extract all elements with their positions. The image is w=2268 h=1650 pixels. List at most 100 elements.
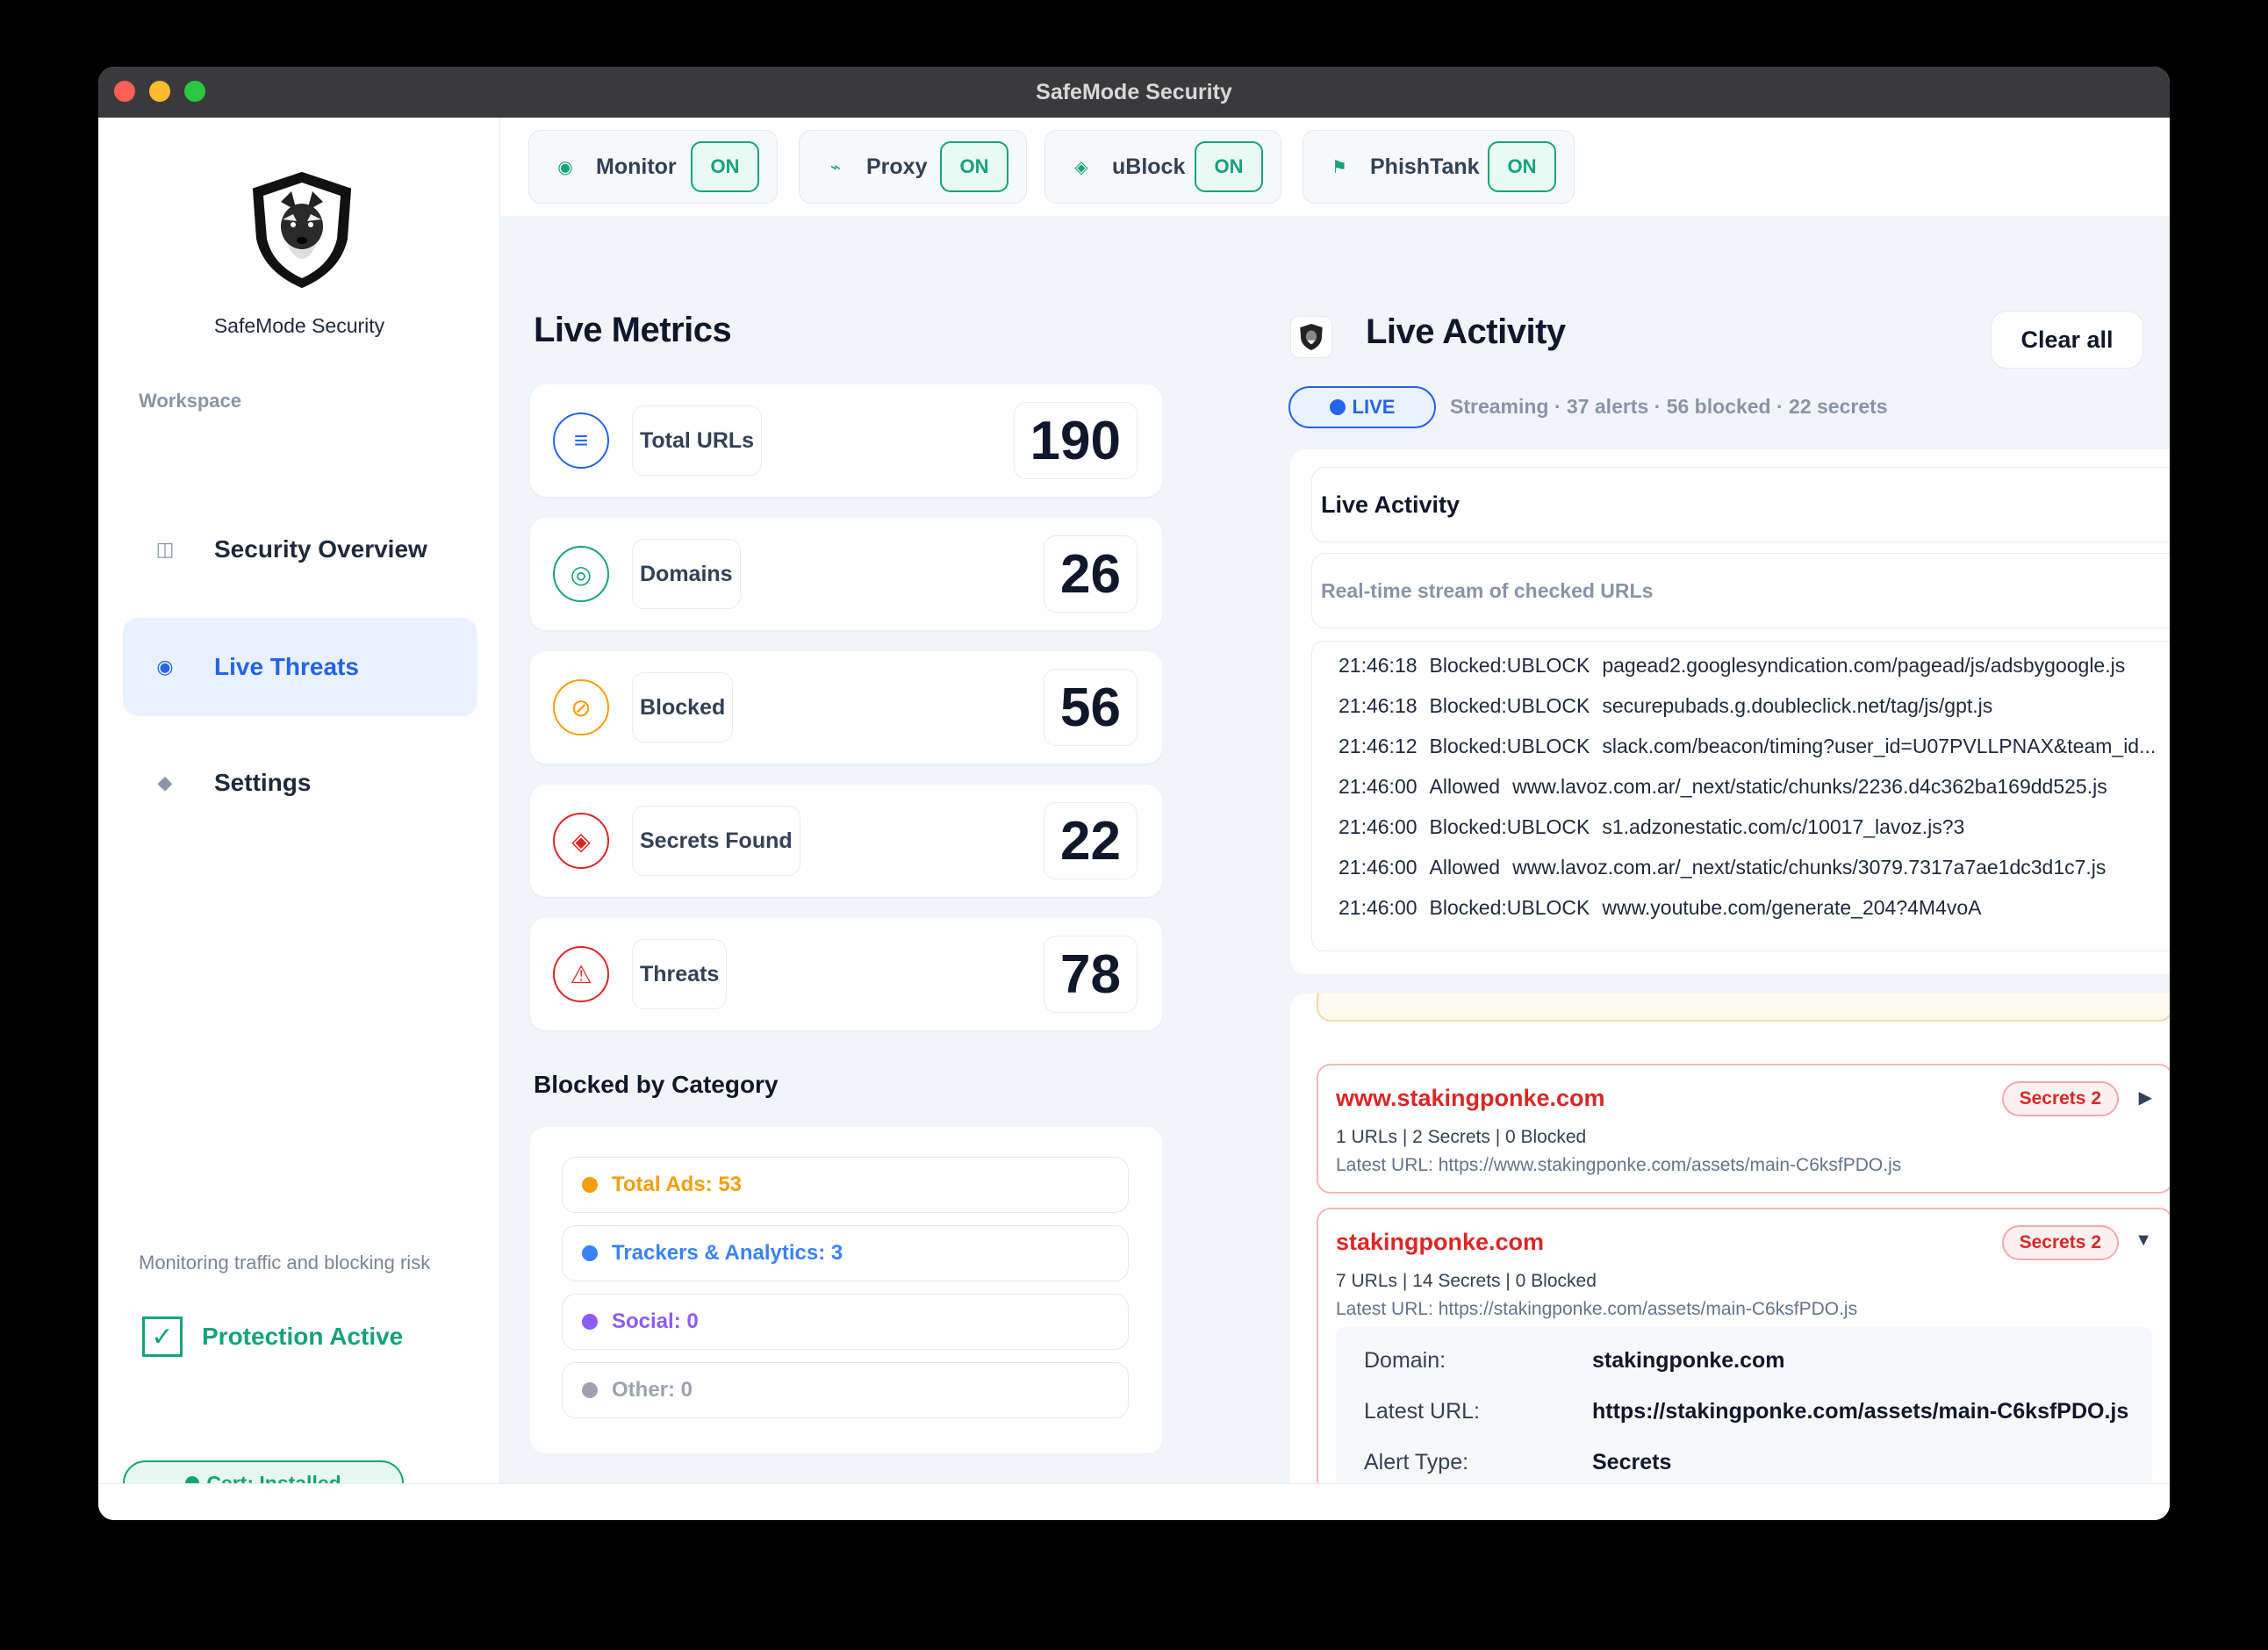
- phishtank-on-switch[interactable]: ON: [1488, 141, 1556, 192]
- domain-item-partial: [1317, 994, 2170, 1022]
- log-row[interactable]: 21:46:12 Blocked:UBLOCK slack.com/beacon/t…: [1312, 726, 2170, 766]
- sidebar-item-label: Settings: [214, 769, 312, 796]
- minimize-window-button[interactable]: [149, 81, 170, 102]
- diamond-icon: ◆: [157, 771, 173, 793]
- monitor-on-switch[interactable]: ON: [691, 141, 759, 192]
- metric-value: 78: [1044, 936, 1138, 1013]
- detail-row: Latest URL: https://stakingponke.com/asse…: [1364, 1399, 2128, 1424]
- metric-value: 22: [1044, 802, 1138, 879]
- toggle-proxy[interactable]: ⌁ Proxy ON: [799, 130, 1027, 204]
- secret-icon: ◈: [553, 813, 609, 869]
- log-status: Allowed: [1429, 855, 1501, 879]
- activity-log[interactable]: 21:46:18 Blocked:UBLOCK pagead2.googlesynd…: [1311, 641, 2170, 951]
- log-row[interactable]: 21:46:00 Blocked:UBLOCK s1.adzonestatic.co…: [1312, 807, 2170, 847]
- log-time: 21:46:18: [1339, 693, 1418, 717]
- ublock-on-switch[interactable]: ON: [1195, 141, 1263, 192]
- close-window-button[interactable]: [114, 81, 135, 102]
- workspace-label: Workspace: [139, 390, 241, 412]
- app-window: SafeMode Security SafeMode Security Work…: [98, 67, 2170, 1520]
- clear-all-button[interactable]: Clear all: [1991, 311, 2143, 369]
- metric-label: Blocked: [632, 672, 734, 742]
- log-status: Blocked:UBLOCK: [1429, 653, 1590, 677]
- sidebar-item-label: Live Threats: [214, 653, 359, 680]
- log-status: Blocked:UBLOCK: [1429, 693, 1590, 717]
- window-footer: [98, 1483, 2170, 1520]
- sidebar-item-security-overview[interactable]: ◫ Security Overview: [123, 500, 477, 599]
- log-url: www.youtube.com/generate_204?4M4voA: [1602, 895, 1982, 919]
- metric-total-urls: ≡ Total URLs 190: [530, 384, 1162, 497]
- log-row[interactable]: 21:46:00 Allowed www.lavoz.com.ar/_next/st…: [1312, 847, 2170, 887]
- toggle-label: Monitor: [596, 154, 677, 179]
- protection-status[interactable]: ✓ Protection Active: [142, 1316, 403, 1357]
- metric-label: Threats: [632, 939, 728, 1009]
- domain-alerts-card: www.stakingponke.com Secrets 2 ▶ 1 URLs …: [1290, 994, 2170, 1520]
- sidebar: SafeMode Security Workspace ◫ Security O…: [98, 118, 500, 1506]
- blocked-by-category-heading: Blocked by Category: [534, 1071, 779, 1098]
- live-indicator-badge: LIVE: [1288, 386, 1436, 428]
- metric-value: 26: [1044, 535, 1138, 613]
- metric-label: Domains: [632, 539, 741, 609]
- dot-icon: [582, 1245, 598, 1261]
- log-url: www.lavoz.com.ar/_next/static/chunks/307…: [1512, 855, 2107, 879]
- columns-icon: ◫: [155, 538, 175, 560]
- detail-row: Domain: stakingponke.com: [1364, 1348, 1785, 1374]
- log-row[interactable]: 21:46:18 Blocked:UBLOCK pagead2.googlesynd…: [1312, 645, 2170, 685]
- sidebar-item-settings[interactable]: ◆ Settings: [123, 734, 477, 832]
- log-url: slack.com/beacon/timing?user_id=U07PVLLP…: [1602, 734, 2157, 757]
- protection-label: Protection Active: [202, 1323, 404, 1350]
- zoom-window-button[interactable]: [184, 81, 205, 102]
- metric-label: Secrets Found: [632, 806, 800, 876]
- domain-name: stakingponke.com: [1336, 1229, 1545, 1255]
- metric-value: 190: [1013, 402, 1138, 479]
- proxy-on-switch[interactable]: ON: [940, 141, 1008, 192]
- collapse-caret-icon[interactable]: ▼: [2135, 1230, 2152, 1251]
- live-dot-icon: [1329, 399, 1346, 415]
- sidebar-item-live-threats[interactable]: ◉ Live Threats: [123, 618, 477, 716]
- toggle-phishtank[interactable]: ⚑ PhishTank ON: [1303, 130, 1575, 204]
- block-icon: ⊘: [553, 679, 609, 735]
- domain-stats: 1 URLs | 2 Secrets | 0 Blocked: [1336, 1127, 1587, 1147]
- list-icon: ≡: [553, 412, 609, 469]
- proxy-icon: ⌁: [829, 157, 842, 177]
- log-time: 21:46:18: [1339, 653, 1418, 677]
- metric-blocked: ⊘ Blocked 56: [530, 651, 1162, 764]
- toggle-label: PhishTank: [1370, 154, 1480, 179]
- toggle-ublock[interactable]: ◈ uBlock ON: [1044, 130, 1281, 204]
- log-status: Allowed: [1429, 774, 1501, 798]
- metric-secrets-found: ◈ Secrets Found 22: [530, 785, 1162, 897]
- metric-label: Total URLs: [632, 405, 763, 476]
- checkmark-icon: ✓: [142, 1316, 183, 1357]
- activity-card-title: Live Activity: [1321, 491, 1461, 518]
- schnauzer-logo-icon: [252, 171, 352, 289]
- activity-card-header: Live Activity: [1311, 467, 2170, 542]
- metric-threats: ⚠ Threats 78: [530, 918, 1162, 1030]
- expand-caret-icon[interactable]: ▶: [2139, 1087, 2152, 1108]
- detail-value: https://stakingponke.com/assets/main-C6k…: [1592, 1399, 2129, 1424]
- diamond-icon: ◈: [1074, 157, 1088, 177]
- monitoring-status-text: Monitoring traffic and blocking risk: [139, 1252, 431, 1273]
- domain-item-expanded[interactable]: stakingponke.com Secrets 2 ▼ 7 URLs | 14…: [1317, 1208, 2170, 1520]
- brand-name: SafeMode Security: [213, 314, 385, 337]
- category-label: Social: 0: [612, 1309, 699, 1333]
- toggle-label: uBlock: [1112, 154, 1186, 179]
- log-status: Blocked:UBLOCK: [1429, 895, 1590, 919]
- log-row[interactable]: 21:46:18 Blocked:UBLOCK securepubads.g.dou…: [1312, 685, 2170, 726]
- main-area: ◉ Monitor ON ⌁ Proxy ON ◈ uBlock ON ⚑ Ph…: [500, 118, 2170, 1520]
- log-url: s1.adzonestatic.com/c/10017_lavoz.js?3: [1602, 814, 1965, 838]
- window-title: SafeMode Security: [1036, 79, 1232, 104]
- log-time: 21:46:00: [1339, 774, 1418, 798]
- log-url: securepubads.g.doubleclick.net/tag/js/gp…: [1602, 693, 1993, 717]
- toggle-label: Proxy: [866, 154, 928, 179]
- dot-icon: [582, 1382, 598, 1398]
- toggle-monitor[interactable]: ◉ Monitor ON: [528, 130, 778, 204]
- log-time: 21:46:00: [1339, 895, 1418, 919]
- stream-status-text: Streaming · 37 alerts · 56 blocked · 22 …: [1450, 395, 1888, 418]
- log-row[interactable]: 21:46:00 Allowed www.lavoz.com.ar/_next/st…: [1312, 766, 2170, 807]
- log-row[interactable]: 21:46:00 Blocked:UBLOCK www.youtube.com/ge…: [1312, 887, 2170, 928]
- target-icon: ◎: [553, 546, 609, 602]
- detail-key: Latest URL:: [1364, 1399, 1481, 1424]
- domain-item[interactable]: www.stakingponke.com Secrets 2 ▶ 1 URLs …: [1317, 1064, 2170, 1194]
- title-bar: SafeMode Security: [98, 67, 2170, 118]
- category-card: Total Ads: 53 Trackers & Analytics: 3 So…: [530, 1127, 1162, 1453]
- detail-value: stakingponke.com: [1592, 1348, 1785, 1373]
